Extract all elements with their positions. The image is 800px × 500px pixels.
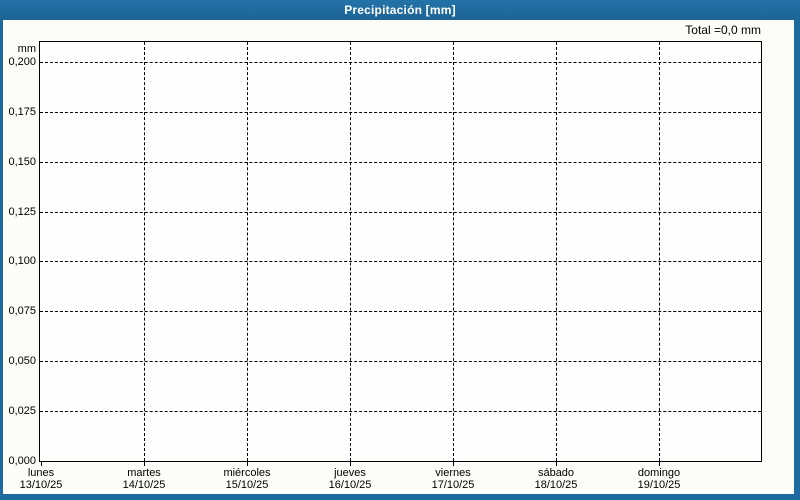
y-tick-label: 0,175 [8,106,36,118]
h-gridline [40,411,761,412]
x-tick-day: viernes [435,467,471,479]
x-axis-tick [41,462,42,466]
y-tick-label: 0,075 [8,305,36,317]
h-gridline [40,311,761,312]
x-axis-tick [453,462,454,466]
x-tick-label: miércoles 15/10/25 [196,467,298,491]
y-tick-label: 0,200 [8,56,36,68]
x-tick-date: 14/10/25 [122,479,166,491]
y-tick-label: 0,050 [8,355,36,367]
x-tick-label: martes 14/10/25 [93,467,195,491]
y-tick-label: 0,150 [8,156,36,168]
x-tick-date: 18/10/25 [534,479,578,491]
x-tick-day: martes [127,467,161,479]
x-tick-day: sábado [537,467,575,479]
x-axis-tick [144,462,145,466]
x-tick-date: 19/10/25 [637,479,681,491]
x-axis-tick [659,462,660,466]
x-axis-tick [556,462,557,466]
x-tick-label: lunes 13/10/25 [0,467,92,491]
h-gridline [40,162,761,163]
x-tick-date: 17/10/25 [431,479,475,491]
x-tick-label: viernes 17/10/25 [402,467,504,491]
y-axis-unit-label: mm [17,43,36,55]
x-tick-day: domingo [637,467,681,479]
v-gridline [350,42,351,461]
h-gridline [40,261,761,262]
y-tick-label: 0,125 [8,206,36,218]
x-tick-label: domingo 19/10/25 [608,467,710,491]
chart-title: Precipitación [mm] [344,3,456,17]
x-tick-date: 16/10/25 [328,479,372,491]
x-tick-day: miércoles [223,467,271,479]
v-gridline [556,42,557,461]
y-tick-label: 0,000 [8,455,36,467]
x-tick-day: lunes [27,467,55,479]
h-gridline [40,361,761,362]
x-tick-date: 13/10/25 [19,479,63,491]
x-tick-day: jueves [334,467,366,479]
x-tick-label: jueves 16/10/25 [299,467,401,491]
x-tick-date: 15/10/25 [225,479,269,491]
chart-panel: Total =0,0 mm mm 0,200 0,175 0,150 0,125 0,1… [3,20,794,494]
h-gridline [40,62,761,63]
y-tick-label: 0,100 [8,255,36,267]
v-gridline [247,42,248,461]
h-gridline [40,112,761,113]
x-tick-label: sábado 18/10/25 [505,467,607,491]
plot-area [39,41,762,462]
window-titlebar: Precipitación [mm] [0,0,800,20]
v-gridline [659,42,660,461]
total-label: Total =0,0 mm [685,23,761,37]
chart-window: Precipitación [mm] Total =0,0 mm mm 0,20… [0,0,800,500]
h-gridline [40,212,761,213]
v-gridline [453,42,454,461]
v-gridline [144,42,145,461]
x-axis-tick [350,462,351,466]
y-tick-label: 0,025 [8,405,36,417]
x-axis-tick [247,462,248,466]
